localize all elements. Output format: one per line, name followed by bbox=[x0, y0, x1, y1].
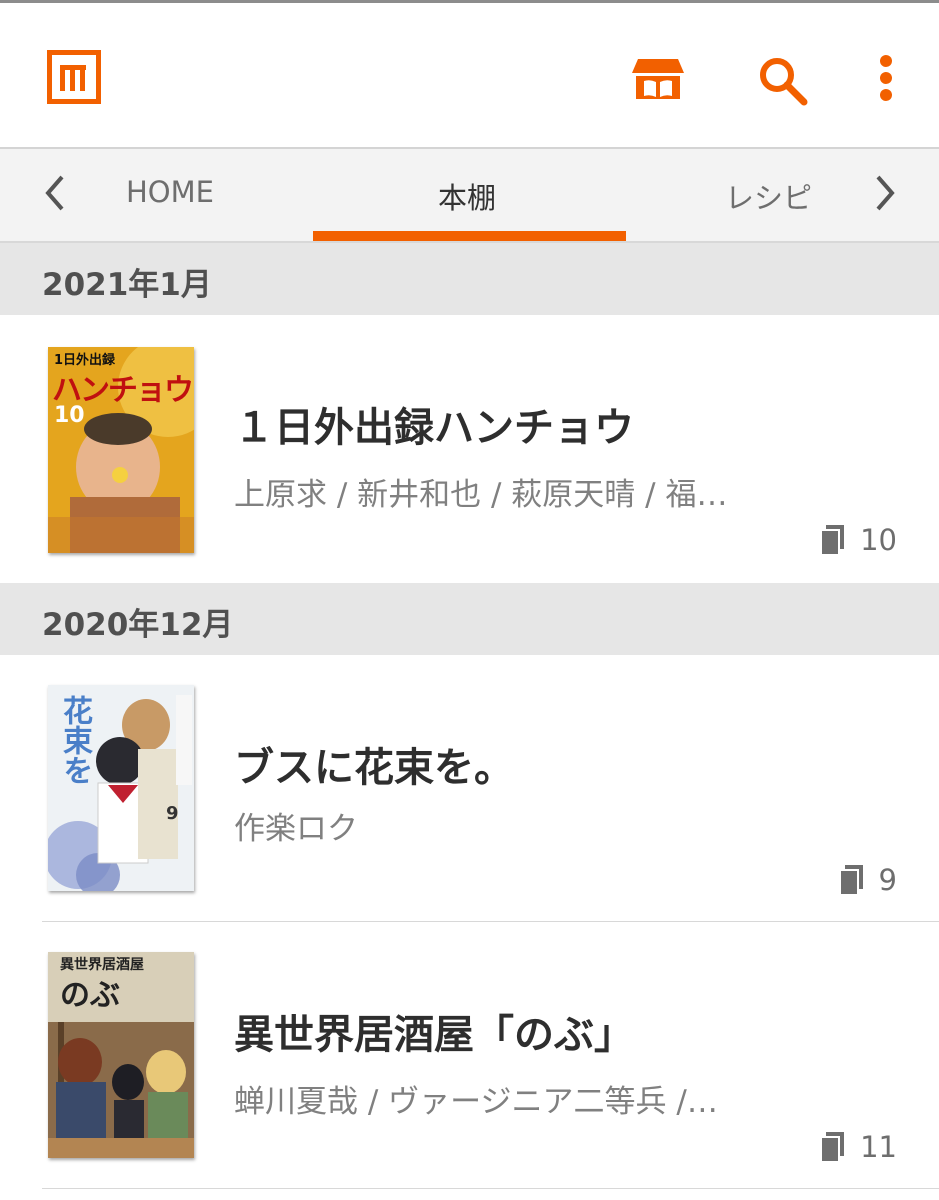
more-vert-icon[interactable] bbox=[856, 51, 916, 111]
section-header: 2021年1月 bbox=[0, 243, 939, 315]
cover-big-title: 花束を bbox=[57, 695, 92, 785]
store-icon[interactable] bbox=[628, 51, 688, 111]
list-item[interactable]: 1日外出録 ハンチョウ 10 １日外出録ハンチョウ 上原求 / 新井和也 / 萩… bbox=[0, 315, 939, 583]
book-cover: 花束を 9 bbox=[48, 685, 194, 891]
book-authors: 蝉川夏哉 / ヴァージニア二等兵 /… bbox=[234, 1084, 718, 1120]
active-tab-indicator bbox=[313, 231, 626, 241]
volume-count-value: 11 bbox=[860, 1130, 897, 1164]
cover-volume: 9 bbox=[166, 803, 179, 824]
volume-count-value: 10 bbox=[860, 523, 897, 557]
cover-big-title: のぶ bbox=[60, 978, 120, 1013]
tab-recipe[interactable]: レシピ bbox=[725, 175, 812, 217]
divider bbox=[42, 1188, 939, 1189]
search-icon[interactable] bbox=[752, 51, 812, 111]
list-item[interactable]: 異世界居酒屋 のぶ 異世界居酒屋「のぶ」 蝉川夏哉 / ヴァージニア二等兵 /…… bbox=[0, 922, 939, 1188]
volume-count: 10 bbox=[820, 523, 897, 557]
chevron-left-icon[interactable] bbox=[36, 171, 76, 215]
section-date: 2020年12月 bbox=[42, 607, 234, 643]
section-date: 2021年1月 bbox=[42, 267, 212, 303]
books-icon bbox=[838, 865, 863, 895]
book-authors: 作楽ロク bbox=[234, 811, 358, 847]
tab-bookshelf[interactable]: 本棚 bbox=[438, 175, 496, 217]
volume-count-value: 9 bbox=[878, 863, 897, 897]
book-authors: 上原求 / 新井和也 / 萩原天晴 / 福… bbox=[234, 477, 728, 513]
book-title: ブスに花束を。 bbox=[234, 745, 514, 791]
book-title: １日外出録ハンチョウ bbox=[234, 405, 634, 451]
cover-volume: 10 bbox=[54, 403, 85, 428]
books-icon bbox=[820, 1132, 845, 1162]
app-bar bbox=[0, 3, 939, 149]
book-cover: 異世界居酒屋 のぶ bbox=[48, 952, 194, 1158]
section-header: 2020年12月 bbox=[0, 583, 939, 655]
bookshelf-logo-icon[interactable] bbox=[47, 50, 101, 104]
books-icon bbox=[820, 525, 845, 555]
tab-bar: HOME 本棚 レシピ bbox=[0, 149, 939, 243]
list-item[interactable]: 花束を 9 ブスに花束を。 作楽ロク 9 bbox=[0, 655, 939, 921]
book-cover: 1日外出録 ハンチョウ 10 bbox=[48, 347, 194, 553]
chevron-right-icon[interactable] bbox=[864, 171, 904, 215]
tab-home[interactable]: HOME bbox=[126, 175, 214, 209]
volume-count: 9 bbox=[838, 863, 897, 897]
volume-count: 11 bbox=[820, 1130, 897, 1164]
book-title: 異世界居酒屋「のぶ」 bbox=[234, 1012, 634, 1058]
